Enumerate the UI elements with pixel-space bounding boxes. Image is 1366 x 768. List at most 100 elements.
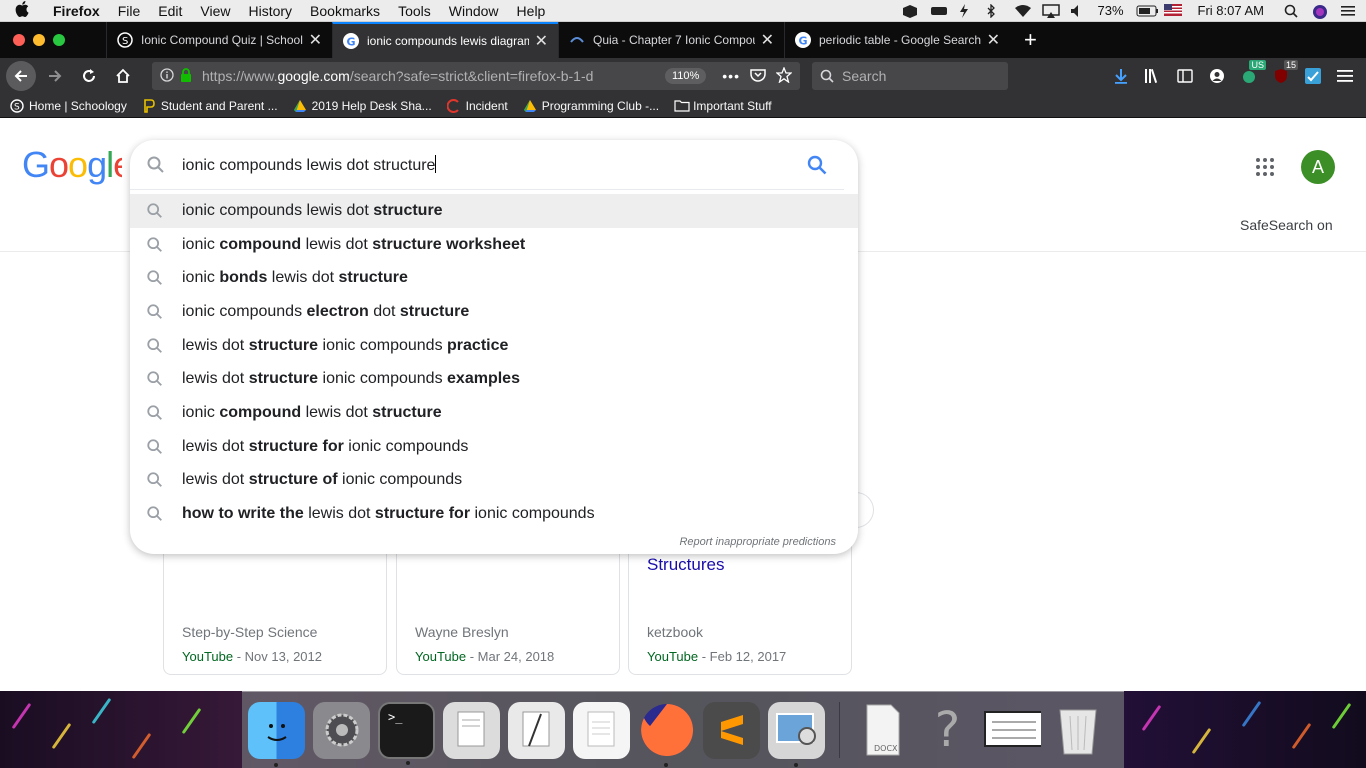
tab-quia-chapter7[interactable]: Quia - Chapter 7 Ionic Compour ✕ [558, 22, 784, 58]
drive-icon[interactable] [930, 4, 947, 18]
ublock-icon[interactable]: 15 [1272, 60, 1298, 85]
autocomplete-suggestion[interactable]: ionic compounds electron dot structure [130, 295, 858, 329]
battery-icon[interactable] [1136, 4, 1158, 18]
extension-icon[interactable] [1304, 67, 1322, 85]
tab-close-icon[interactable]: ✕ [987, 30, 1000, 50]
downloads-icon[interactable] [1112, 67, 1130, 85]
bookmark-star-icon[interactable] [775, 65, 793, 86]
menu-history[interactable]: History [239, 3, 301, 19]
menubar-clock[interactable]: Fri 8:07 AM [1198, 3, 1264, 18]
minimize-window-button[interactable] [33, 34, 45, 46]
google-apps-icon[interactable] [1256, 158, 1274, 176]
volume-icon[interactable] [1070, 4, 1086, 18]
wifi-icon[interactable] [1014, 4, 1031, 18]
menu-view[interactable]: View [191, 3, 239, 19]
bookmark-incident[interactable]: Incident [446, 99, 508, 113]
bookmark-schoology[interactable]: S Home | Schoology [10, 99, 127, 113]
us-flag-icon[interactable] [1163, 3, 1182, 18]
autocomplete-suggestion[interactable]: lewis dot structure ionic compounds prac… [130, 329, 858, 363]
tab-close-icon[interactable]: ✕ [535, 31, 548, 51]
video-meta: YouTube - Mar 24, 2018 [415, 649, 555, 664]
autocomplete-suggestion[interactable]: lewis dot structure for ionic compounds [130, 430, 858, 464]
bookmark-important-stuff[interactable]: Important Stuff [674, 99, 772, 113]
terminal-icon[interactable]: >_ [378, 701, 435, 765]
menu-help[interactable]: Help [508, 3, 555, 19]
menu-tools[interactable]: Tools [389, 3, 440, 19]
svg-text:G: G [347, 36, 356, 49]
menu-app-firefox[interactable]: Firefox [44, 3, 109, 19]
zoom-window-button[interactable] [53, 34, 65, 46]
report-predictions-link[interactable]: Report inappropriate predictions [679, 536, 836, 548]
flash-icon[interactable] [958, 3, 974, 18]
lock-icon[interactable] [180, 67, 192, 85]
back-button[interactable] [6, 61, 36, 91]
autocomplete-suggestion[interactable]: ionic bonds lewis dot structure [130, 261, 858, 295]
autocomplete-suggestion[interactable]: lewis dot structure ionic compounds exam… [130, 362, 858, 396]
reload-button[interactable] [74, 61, 104, 91]
tab-close-icon[interactable]: ✕ [309, 30, 322, 50]
docx-file-icon[interactable]: DOCX [854, 702, 911, 759]
package-icon[interactable] [902, 4, 918, 18]
close-window-button[interactable] [13, 34, 25, 46]
page-actions-icon[interactable]: ••• [722, 68, 740, 84]
tab-strip: S Ionic Compound Quiz | Schoolo ✕ G ioni… [0, 22, 1366, 58]
sidebar-icon[interactable] [1176, 67, 1194, 85]
browser-search-bar[interactable]: Search [812, 62, 1008, 90]
sublime-text-icon[interactable] [703, 701, 760, 759]
url-domain: google.com [277, 68, 350, 84]
screen-icon[interactable] [984, 702, 1041, 759]
menu-edit[interactable]: Edit [149, 3, 191, 19]
airplay-icon[interactable] [1041, 3, 1060, 18]
autocomplete-suggestion[interactable]: ionic compound lewis dot structure [130, 396, 858, 430]
google-logo[interactable]: Google [22, 144, 133, 194]
trash-icon[interactable] [1049, 702, 1106, 759]
zoom-level[interactable]: 110% [664, 68, 707, 84]
bookmark-help-desk[interactable]: 2019 Help Desk Sha... [293, 99, 432, 113]
tab-periodic-table[interactable]: G periodic table - Google Search ✕ [784, 22, 1010, 58]
dock-separator [839, 702, 840, 758]
hamburger-menu-icon[interactable] [1336, 67, 1354, 85]
google-icon: G [795, 32, 811, 48]
autocomplete-suggestion[interactable]: how to write the lewis dot structure for… [130, 497, 858, 531]
tab-schoology-quiz[interactable]: S Ionic Compound Quiz | Schoolo ✕ [106, 22, 332, 58]
spotlight-search-icon[interactable] [1284, 4, 1300, 18]
url-text[interactable]: https://www.google.com/search?safe=stric… [202, 68, 657, 84]
menu-window[interactable]: Window [440, 3, 508, 19]
menu-file[interactable]: File [109, 3, 150, 19]
forward-button[interactable] [40, 61, 70, 91]
finder-icon[interactable] [248, 701, 305, 767]
menu-bookmarks[interactable]: Bookmarks [301, 3, 389, 19]
bookmark-student-parent[interactable]: Student and Parent ... [142, 99, 278, 113]
bookmark-label: Home | Schoology [29, 98, 127, 113]
siri-icon[interactable] [1312, 4, 1328, 19]
autocomplete-suggestion[interactable]: ionic compounds lewis dot structure [130, 194, 858, 228]
new-tab-button[interactable]: + [1010, 27, 1051, 53]
home-button[interactable] [108, 61, 138, 91]
tab-close-icon[interactable]: ✕ [761, 30, 774, 50]
firefox-icon[interactable] [638, 702, 695, 767]
preview-icon[interactable] [768, 701, 825, 767]
apple-menu-icon[interactable] [0, 0, 44, 21]
video-author: ketzbook [647, 624, 704, 640]
library-icon[interactable] [1144, 67, 1162, 85]
autocomplete-suggestion[interactable]: ionic compound lewis dot structure works… [130, 228, 858, 262]
system-preferences-icon[interactable] [313, 701, 370, 759]
account-icon[interactable] [1208, 67, 1226, 85]
search-submit-icon[interactable] [806, 154, 828, 176]
safesearch-status[interactable]: SafeSearch on [1240, 217, 1333, 233]
pocket-icon[interactable] [750, 68, 766, 85]
vpn-extension-icon[interactable]: US [1240, 60, 1266, 85]
account-avatar[interactable]: A [1301, 150, 1335, 184]
textedit-icon[interactable] [508, 701, 565, 759]
notes-icon[interactable] [573, 701, 630, 759]
tab-google-lewis[interactable]: G ionic compounds lewis diagram ✕ [332, 22, 558, 58]
autocomplete-suggestion[interactable]: lewis dot structure of ionic compounds [130, 464, 858, 498]
site-info-icon[interactable] [160, 67, 174, 85]
bluetooth-icon[interactable] [986, 2, 1002, 19]
bookmark-programming-club[interactable]: Programming Club -... [523, 99, 659, 113]
script-editor-icon[interactable] [443, 701, 500, 759]
url-bar[interactable]: https://www.google.com/search?safe=stric… [152, 62, 800, 90]
search-input[interactable]: ionic compounds lewis dot structure [182, 154, 806, 175]
notification-center-icon[interactable] [1340, 4, 1356, 18]
help-icon[interactable]: ? [919, 702, 976, 759]
